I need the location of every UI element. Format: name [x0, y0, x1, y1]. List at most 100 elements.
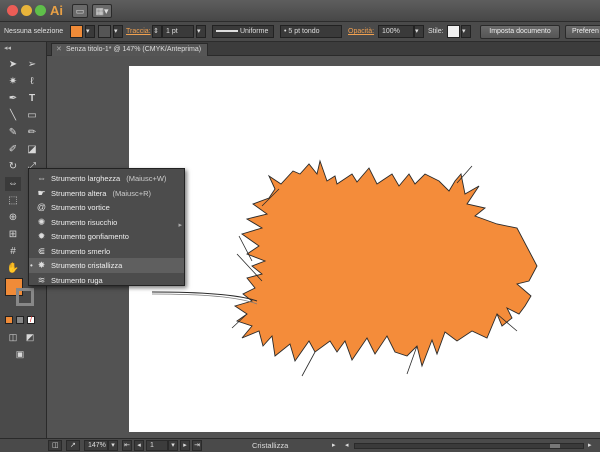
paintbrush-tool-icon[interactable]: ✎	[5, 126, 21, 140]
zoom-dropdown-icon[interactable]: ▾	[108, 440, 118, 451]
direct-selection-tool-icon[interactable]: ➢	[24, 58, 40, 72]
shape-builder-tool-icon[interactable]: ⊕	[5, 211, 21, 225]
selected-bullet-icon: •	[30, 261, 33, 270]
selection-tool-icon[interactable]: ➤	[5, 58, 21, 72]
current-tool-label: Cristallizza	[252, 441, 289, 450]
magic-wand-tool-icon[interactable]: ✷	[5, 75, 21, 89]
status-bar: ◫ ↗ 147% ▾ ⇤ ◂ 1 ▾ ▸ ⇥ Cristallizza ▸ ◂ …	[0, 438, 600, 452]
free-transform-tool-icon[interactable]: ⬚	[5, 194, 21, 208]
pencil-tool-icon[interactable]: ✏	[24, 126, 40, 140]
line-tool-icon[interactable]: ╲	[5, 109, 21, 123]
stroke-stepper[interactable]: ⇕	[152, 25, 162, 38]
horizontal-scrollbar[interactable]	[354, 443, 584, 449]
document-setup-button[interactable]: Imposta documento	[480, 25, 560, 39]
crystallize-tool-icon: ✸	[37, 260, 46, 270]
stroke-dropdown-icon[interactable]: ▾	[113, 25, 123, 38]
width-tool-icon[interactable]: ⇔	[5, 177, 21, 191]
brush-label: 5 pt tondo	[288, 28, 320, 35]
document-tab[interactable]: ✕ Senza titolo-1* @ 147% (CMYK/Anteprima…	[51, 43, 209, 56]
panel-collapse-icon[interactable]: ◂◂	[4, 44, 11, 52]
perspective-grid-tool-icon[interactable]: ⊞	[5, 228, 21, 242]
preferences-button[interactable]: Preferen	[565, 25, 600, 39]
flyout-item-label: Strumento smerlo	[51, 246, 111, 256]
scrollbar-thumb[interactable]	[550, 444, 560, 448]
scroll-right-icon[interactable]: ▸	[588, 441, 592, 449]
next-page-icon[interactable]: ▸	[180, 440, 190, 451]
flyout-item-label: Strumento ruga	[51, 275, 103, 285]
first-page-icon[interactable]: ⇤	[122, 440, 132, 451]
rectangle-tool-icon[interactable]: ▭	[24, 109, 40, 123]
pucker-tool-icon: ✺	[37, 216, 46, 227]
zoom-field[interactable]: 147%	[84, 440, 108, 451]
blob-brush-tool-icon[interactable]: ✐	[5, 143, 21, 157]
stroke-label[interactable]: Traccia:	[126, 26, 151, 37]
bridge-icon[interactable]: ▭	[72, 4, 88, 18]
screen-mode-icon[interactable]: ▣	[12, 347, 28, 361]
gradient-mode-icon[interactable]	[16, 316, 24, 324]
arrange-documents-icon[interactable]: ▦▾	[92, 4, 112, 18]
hand-tool-icon[interactable]: ✋	[5, 262, 21, 276]
stroke-width-field[interactable]: 1 pt	[162, 25, 194, 38]
flyout-item-label: Strumento gonfiamento	[51, 232, 129, 241]
brush-dot-icon: •	[284, 28, 287, 35]
opacity-dropdown-icon[interactable]: ▾	[414, 25, 424, 38]
rotate-tool-icon[interactable]: ↻	[5, 160, 21, 174]
page-field[interactable]: 1	[146, 440, 168, 451]
title-bar: Ai ▭ ▦▾	[0, 0, 600, 22]
flyout-item-shortcut: (Maiusc+W)	[126, 174, 167, 183]
tearoff-arrow-icon[interactable]: ▸	[178, 221, 182, 229]
draw-mode-icon[interactable]: ◫	[5, 330, 21, 344]
minimize-window-button[interactable]	[21, 5, 32, 16]
mesh-tool-icon[interactable]: #	[5, 245, 21, 259]
profile-label: Uniforme	[239, 28, 269, 35]
flyout-item[interactable]: ✹ Strumento gonfiamento	[29, 229, 184, 244]
stroke-color-icon[interactable]	[16, 288, 34, 306]
selection-status: Nessuna selezione	[4, 28, 64, 35]
opacity-label[interactable]: Opacità:	[348, 26, 374, 37]
flyout-item[interactable]: ✸ • Strumento cristallizza	[29, 258, 184, 273]
flyout-item[interactable]: ≋ Strumento ruga	[29, 273, 184, 288]
close-tab-icon[interactable]: ✕	[56, 44, 62, 56]
document-tab-bar: ✕ Senza titolo-1* @ 147% (CMYK/Anteprima…	[47, 42, 600, 56]
draw-behind-icon[interactable]: ◩	[22, 330, 38, 344]
pen-tool-icon[interactable]: ✒	[5, 92, 21, 106]
flyout-item[interactable]: ☛ Strumento altera (Maiusc+R)	[29, 186, 184, 201]
zoom-window-button[interactable]	[35, 5, 46, 16]
color-mode-icon[interactable]	[5, 316, 13, 324]
page-dropdown-icon[interactable]: ▾	[168, 440, 178, 451]
fill-swatch[interactable]	[70, 25, 83, 38]
profile-line-icon	[216, 30, 238, 33]
scroll-left-icon[interactable]: ◂	[345, 441, 349, 449]
flyout-item-label: Strumento cristallizza	[51, 261, 123, 270]
flyout-item-label: Strumento larghezza	[51, 174, 121, 183]
prev-page-icon[interactable]: ◂	[134, 440, 144, 451]
profile-select[interactable]: Uniforme	[212, 25, 274, 38]
flyout-item[interactable]: ✺ Strumento risucchio	[29, 215, 184, 230]
eraser-tool-icon[interactable]: ◪	[24, 143, 40, 157]
flyout-item-label: Strumento altera	[51, 188, 107, 198]
close-window-button[interactable]	[7, 5, 18, 16]
document-tab-title: Senza titolo-1* @ 147% (CMYK/Anteprima)	[66, 46, 202, 53]
style-swatch[interactable]	[447, 25, 460, 38]
flyout-item[interactable]: ⇔ Strumento larghezza (Maiusc+W)	[29, 171, 184, 186]
flyout-item[interactable]: ⋐ Strumento smerlo	[29, 244, 184, 259]
lasso-tool-icon[interactable]: ℓ	[24, 75, 40, 89]
type-tool-icon[interactable]: T	[24, 92, 40, 106]
none-mode-icon[interactable]: /	[27, 316, 35, 324]
width-tool-icon: ⇔	[37, 173, 46, 183]
liquify-tools-flyout: ⇔ Strumento larghezza (Maiusc+W) ☛ Strumento…	[28, 168, 185, 286]
fill-dropdown-icon[interactable]: ▾	[85, 25, 95, 38]
brush-select[interactable]: • 5 pt tondo	[280, 25, 342, 38]
last-page-icon[interactable]: ⇥	[192, 440, 202, 451]
app-logo: Ai	[50, 3, 63, 18]
flyout-item-label: Strumento risucchio	[51, 217, 118, 227]
control-bar: Nessuna selezione ▾ ▾ Traccia: ⇕ 1 pt ▾ …	[0, 22, 600, 42]
stroke-width-dropdown-icon[interactable]: ▾	[196, 25, 206, 38]
style-dropdown-icon[interactable]: ▾	[461, 25, 471, 38]
opacity-field[interactable]: 100%	[378, 25, 414, 38]
status-menu-icon[interactable]: ▸	[332, 441, 336, 449]
stroke-swatch[interactable]	[98, 25, 111, 38]
share-icon[interactable]: ↗	[66, 440, 80, 451]
flyout-item[interactable]: @ Strumento vortice	[29, 200, 184, 215]
artboard-nav-icon[interactable]: ◫	[48, 440, 62, 451]
